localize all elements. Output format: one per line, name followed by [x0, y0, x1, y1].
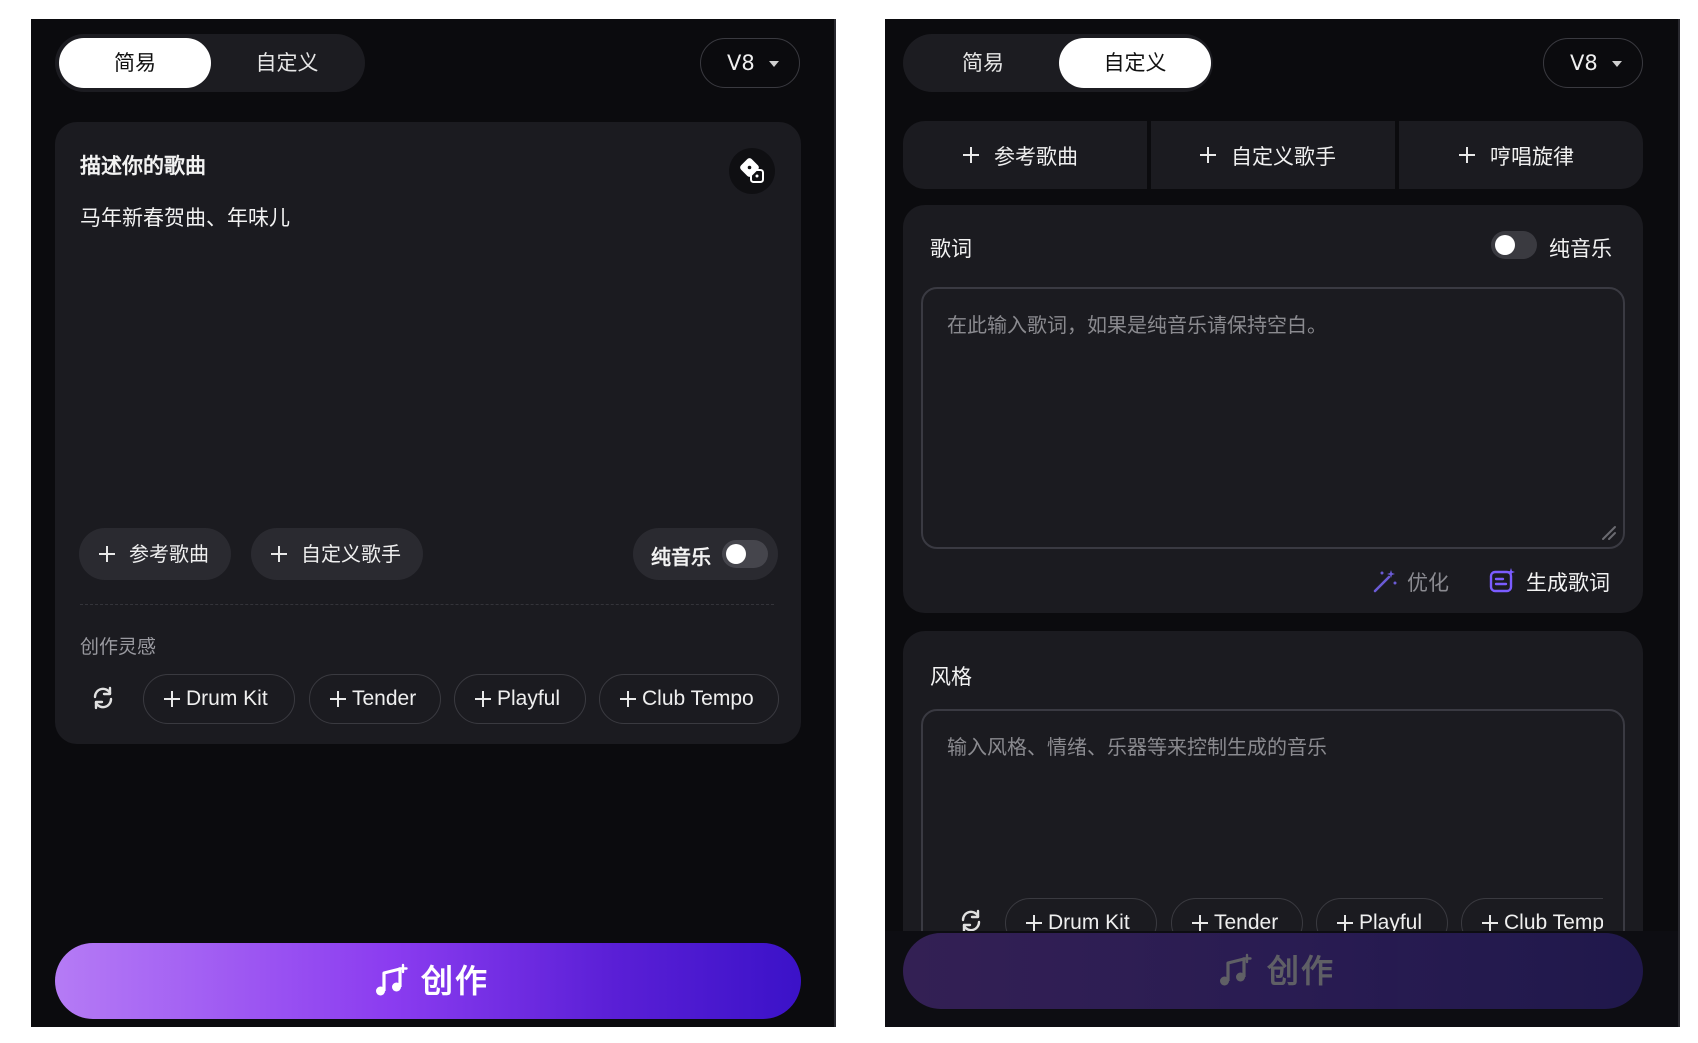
lyrics-title: 歌词: [930, 237, 972, 261]
inspiration-title: 创作灵感: [80, 636, 157, 658]
magic-wand-icon: [1373, 570, 1397, 593]
plus-icon: [330, 691, 346, 707]
lyrics-input[interactable]: 在此输入歌词，如果是纯音乐请保持空白。: [921, 287, 1625, 549]
custom-mode-panel: 简易 自定义 V8 参考歌曲 自定义歌手 哼唱旋律 歌词 纯音乐 在此输入歌词，…: [885, 19, 1680, 1027]
version-select[interactable]: V8: [700, 38, 800, 88]
optimize-label: 优化: [1407, 571, 1449, 595]
plus-icon: [963, 147, 979, 163]
plus-icon: [475, 691, 491, 707]
music-note-icon: [1220, 953, 1252, 986]
hum-melody-label: 哼唱旋律: [1490, 145, 1574, 169]
tab-simple[interactable]: 简易: [59, 38, 211, 88]
hum-melody-button[interactable]: 哼唱旋律: [1399, 121, 1643, 189]
toggle-knob: [726, 544, 746, 564]
version-select[interactable]: V8: [1543, 38, 1643, 88]
tab-simple[interactable]: 简易: [907, 38, 1059, 88]
mode-switch: 简易 自定义: [903, 34, 1213, 92]
divider: [80, 604, 774, 605]
plus-icon: [1337, 915, 1353, 931]
instrumental-toggle[interactable]: [722, 540, 768, 568]
style-placeholder: 输入风格、情绪、乐器等来控制生成的音乐: [947, 735, 1327, 759]
instrumental-label: 纯音乐: [651, 545, 711, 569]
resize-handle-icon[interactable]: [1599, 523, 1617, 541]
reference-song-label: 参考歌曲: [994, 145, 1078, 169]
tag-label: Drum Kit: [186, 687, 268, 710]
describe-title: 描述你的歌曲: [80, 154, 206, 178]
version-label: V8: [727, 51, 755, 75]
inspiration-tag[interactable]: Playful: [454, 674, 586, 724]
instrumental-label: 纯音乐: [1549, 237, 1612, 261]
optimize-button[interactable]: 优化: [1371, 565, 1461, 599]
inspiration-tag[interactable]: Tender: [309, 674, 441, 724]
generate-lyrics-label: 生成歌词: [1526, 571, 1610, 595]
create-label: 创作: [421, 962, 490, 1000]
lyrics-placeholder: 在此输入歌词，如果是纯音乐请保持空白。: [947, 313, 1327, 337]
plus-icon: [164, 691, 180, 707]
version-label: V8: [1570, 51, 1598, 75]
plus-icon: [1459, 147, 1475, 163]
plus-icon: [1026, 915, 1042, 931]
chevron-down-icon: [769, 61, 779, 67]
plus-icon: [1200, 147, 1216, 163]
lyrics-card: 歌词 纯音乐 在此输入歌词，如果是纯音乐请保持空白。 优化 生成歌词: [903, 205, 1643, 613]
add-reference-song-label: 参考歌曲: [129, 542, 209, 566]
generate-lyrics-button[interactable]: 生成歌词: [1488, 565, 1628, 599]
plus-icon: [1482, 915, 1498, 931]
chevron-down-icon: [1612, 61, 1622, 67]
inspiration-tag[interactable]: Club Tempo: [599, 674, 779, 724]
custom-singer-label: 自定义歌手: [1231, 145, 1336, 169]
refresh-icon[interactable]: [89, 684, 117, 712]
tab-custom[interactable]: 自定义: [1059, 38, 1211, 88]
inspiration-tag[interactable]: Drum Kit: [143, 674, 295, 724]
describe-input[interactable]: 马年新春贺曲、年味儿: [80, 202, 720, 502]
top-actions-bar: 参考歌曲 自定义歌手 哼唱旋律: [903, 121, 1643, 189]
plus-icon: [1192, 915, 1208, 931]
mode-switch: 简易 自定义: [55, 34, 365, 92]
generate-lyrics-icon: [1489, 568, 1515, 593]
dice-icon: [740, 158, 764, 183]
instrumental-switch-group: 纯音乐: [633, 528, 778, 580]
plus-icon: [99, 546, 115, 562]
plus-icon: [620, 691, 636, 707]
tab-custom[interactable]: 自定义: [211, 38, 363, 88]
add-custom-singer-button[interactable]: 自定义歌手: [251, 528, 423, 580]
plus-icon: [271, 546, 287, 562]
create-button[interactable]: 创作: [903, 933, 1643, 1009]
instrumental-toggle[interactable]: [1491, 231, 1537, 259]
reference-song-button[interactable]: 参考歌曲: [903, 121, 1147, 189]
style-title: 风格: [930, 665, 972, 689]
toggle-knob: [1495, 235, 1515, 255]
custom-singer-button[interactable]: 自定义歌手: [1151, 121, 1395, 189]
create-label: 创作: [1267, 952, 1336, 990]
tag-label: Tender: [352, 687, 417, 710]
add-custom-singer-label: 自定义歌手: [301, 542, 401, 566]
dice-button[interactable]: [729, 148, 775, 194]
tag-label: Playful: [497, 687, 561, 710]
music-note-icon: [376, 963, 408, 996]
create-button[interactable]: 创作: [55, 943, 801, 1019]
describe-card: 描述你的歌曲 马年新春贺曲、年味儿 参考歌曲 自定义歌手 纯音乐 创作灵感 Dr…: [55, 122, 801, 744]
add-reference-song-button[interactable]: 参考歌曲: [79, 528, 231, 580]
tag-label: Club Tempo: [642, 687, 754, 710]
simple-mode-panel: 简易 自定义 V8 描述你的歌曲 马年新春贺曲、年味儿 参考歌曲 自定义歌手 纯…: [31, 19, 836, 1027]
